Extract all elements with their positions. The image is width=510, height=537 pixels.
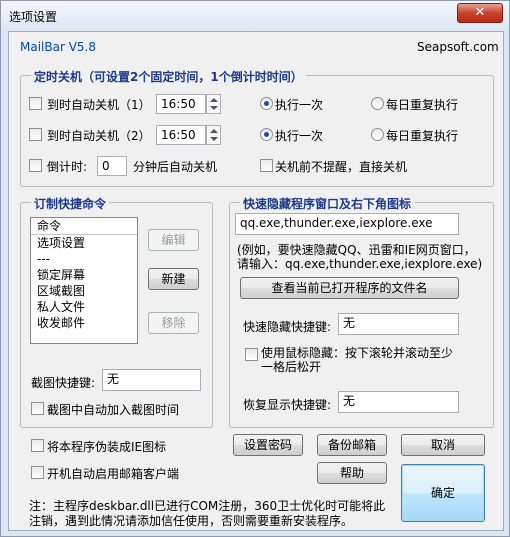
cancel-button[interactable]: 取消 xyxy=(401,434,485,456)
close-icon: ✕ xyxy=(474,5,486,20)
timer1-spinner[interactable] xyxy=(206,94,221,114)
autostart-checkbox[interactable] xyxy=(31,466,44,479)
countdown-checkbox[interactable] xyxy=(29,159,42,172)
timer1-checkbox[interactable] xyxy=(29,97,42,110)
dialog-client-area: MailBar V5.8 Seapsoft.com 定时关机（可设置2个固定时间… xyxy=(8,31,504,531)
list-item[interactable]: --- xyxy=(31,251,137,267)
hide-hotkey-input[interactable]: 无 xyxy=(338,313,459,335)
timer1-daily-radio[interactable] xyxy=(371,97,384,110)
disguise-ie-checkbox[interactable] xyxy=(31,439,44,452)
timer2-daily-radio[interactable] xyxy=(371,128,384,141)
commands-group-legend: 订制快捷命令 xyxy=(31,195,110,212)
spin-down-icon xyxy=(210,137,218,141)
autostart-label: 开机自动启用邮箱客户端 xyxy=(47,467,180,481)
vendor-label: Seapsoft.com xyxy=(417,40,499,54)
view-open-programs-button[interactable]: 查看当前已打开程序的文件名 xyxy=(240,277,459,299)
edit-command-button[interactable]: 编辑 xyxy=(148,229,199,251)
mouse-hide-label-line2: 一格后松开 xyxy=(261,360,322,374)
ok-button[interactable]: 确定 xyxy=(401,464,485,522)
no-prompt-checkbox[interactable] xyxy=(260,159,273,172)
timer1-daily-label: 每日重复执行 xyxy=(386,98,459,112)
disguise-ie-label: 将本程序伪装成IE图标 xyxy=(47,440,167,454)
list-item[interactable]: 收发邮件 xyxy=(31,315,137,331)
timer2-time-input[interactable]: 16:50 xyxy=(156,125,206,145)
spin-up-icon xyxy=(210,129,218,133)
timer2-once-label: 执行一次 xyxy=(275,129,324,143)
title-bar[interactable]: 选项设置 ✕ xyxy=(1,1,509,31)
spin-down-icon xyxy=(210,106,218,110)
app-version-label: MailBar V5.8 xyxy=(20,40,97,54)
timer2-spinner[interactable] xyxy=(206,125,221,145)
command-listbox[interactable]: 命令 选项设置 --- 锁定屏幕 区域截图 私人文件 收发邮件 xyxy=(30,217,138,344)
countdown-suffix-label: 分钟后自动关机 xyxy=(133,160,218,174)
timer2-daily-label: 每日重复执行 xyxy=(386,129,459,143)
no-prompt-label: 关机前不提醒，直接关机 xyxy=(275,160,408,174)
new-command-button[interactable]: 新建 xyxy=(148,268,199,290)
dialog-window: 选项设置 ✕ MailBar V5.8 Seapsoft.com 定时关机（可设… xyxy=(0,0,510,537)
screenshot-hotkey-input[interactable]: 无 xyxy=(102,369,201,391)
timer1-time-input[interactable]: 16:50 xyxy=(156,94,206,114)
shutdown-group-legend: 定时关机（可设置2个固定时间，1个倒计时时间） xyxy=(31,68,306,85)
mouse-hide-checkbox[interactable] xyxy=(245,348,258,361)
backup-mail-button[interactable]: 备份邮箱 xyxy=(317,434,387,456)
list-item[interactable]: 区域截图 xyxy=(31,283,137,299)
screenshot-hotkey-label: 截图快捷键: xyxy=(31,376,96,390)
command-list-header: 命令 xyxy=(31,218,137,235)
help-button[interactable]: 帮助 xyxy=(317,462,387,484)
screenshot-time-label: 截图中自动加入截图时间 xyxy=(47,403,180,417)
timer1-once-radio[interactable] xyxy=(260,97,273,110)
timer2-once-radio[interactable] xyxy=(260,128,273,141)
set-password-button[interactable]: 设置密码 xyxy=(233,434,303,456)
window-title: 选项设置 xyxy=(9,10,58,24)
list-item[interactable]: 私人文件 xyxy=(31,299,137,315)
list-item[interactable]: 选项设置 xyxy=(31,235,137,251)
countdown-label: 倒计时: xyxy=(47,160,88,174)
timer2-checkbox[interactable] xyxy=(29,128,42,141)
restore-hotkey-label: 恢复显示快捷键: xyxy=(243,398,332,412)
hide-window-group-legend: 快速隐藏程序窗口及右下角图标 xyxy=(240,195,415,212)
hide-hotkey-label: 快速隐藏快捷键: xyxy=(243,320,332,334)
remove-command-button[interactable]: 移除 xyxy=(148,312,199,334)
close-button[interactable]: ✕ xyxy=(457,3,503,23)
timer2-label: 到时自动关机（2） xyxy=(47,129,151,143)
hide-hint-line2: 请输入：qq.exe,thunder.exe,iexplore.exe) xyxy=(237,257,483,271)
countdown-minutes-input[interactable]: 0 xyxy=(97,156,127,176)
spin-up-icon xyxy=(210,98,218,102)
note-line2: 注销，遇到此情况请添加信任使用，否则需要重新安装程序。 xyxy=(29,514,354,528)
list-item[interactable]: 锁定屏幕 xyxy=(31,267,137,283)
hide-program-list-input[interactable]: qq.exe,thunder.exe,iexplore.exe xyxy=(235,213,459,235)
timer1-once-label: 执行一次 xyxy=(275,98,324,112)
restore-hotkey-input[interactable]: 无 xyxy=(338,391,459,413)
timer1-label: 到时自动关机（1） xyxy=(47,98,151,112)
screenshot-time-checkbox[interactable] xyxy=(31,402,44,415)
